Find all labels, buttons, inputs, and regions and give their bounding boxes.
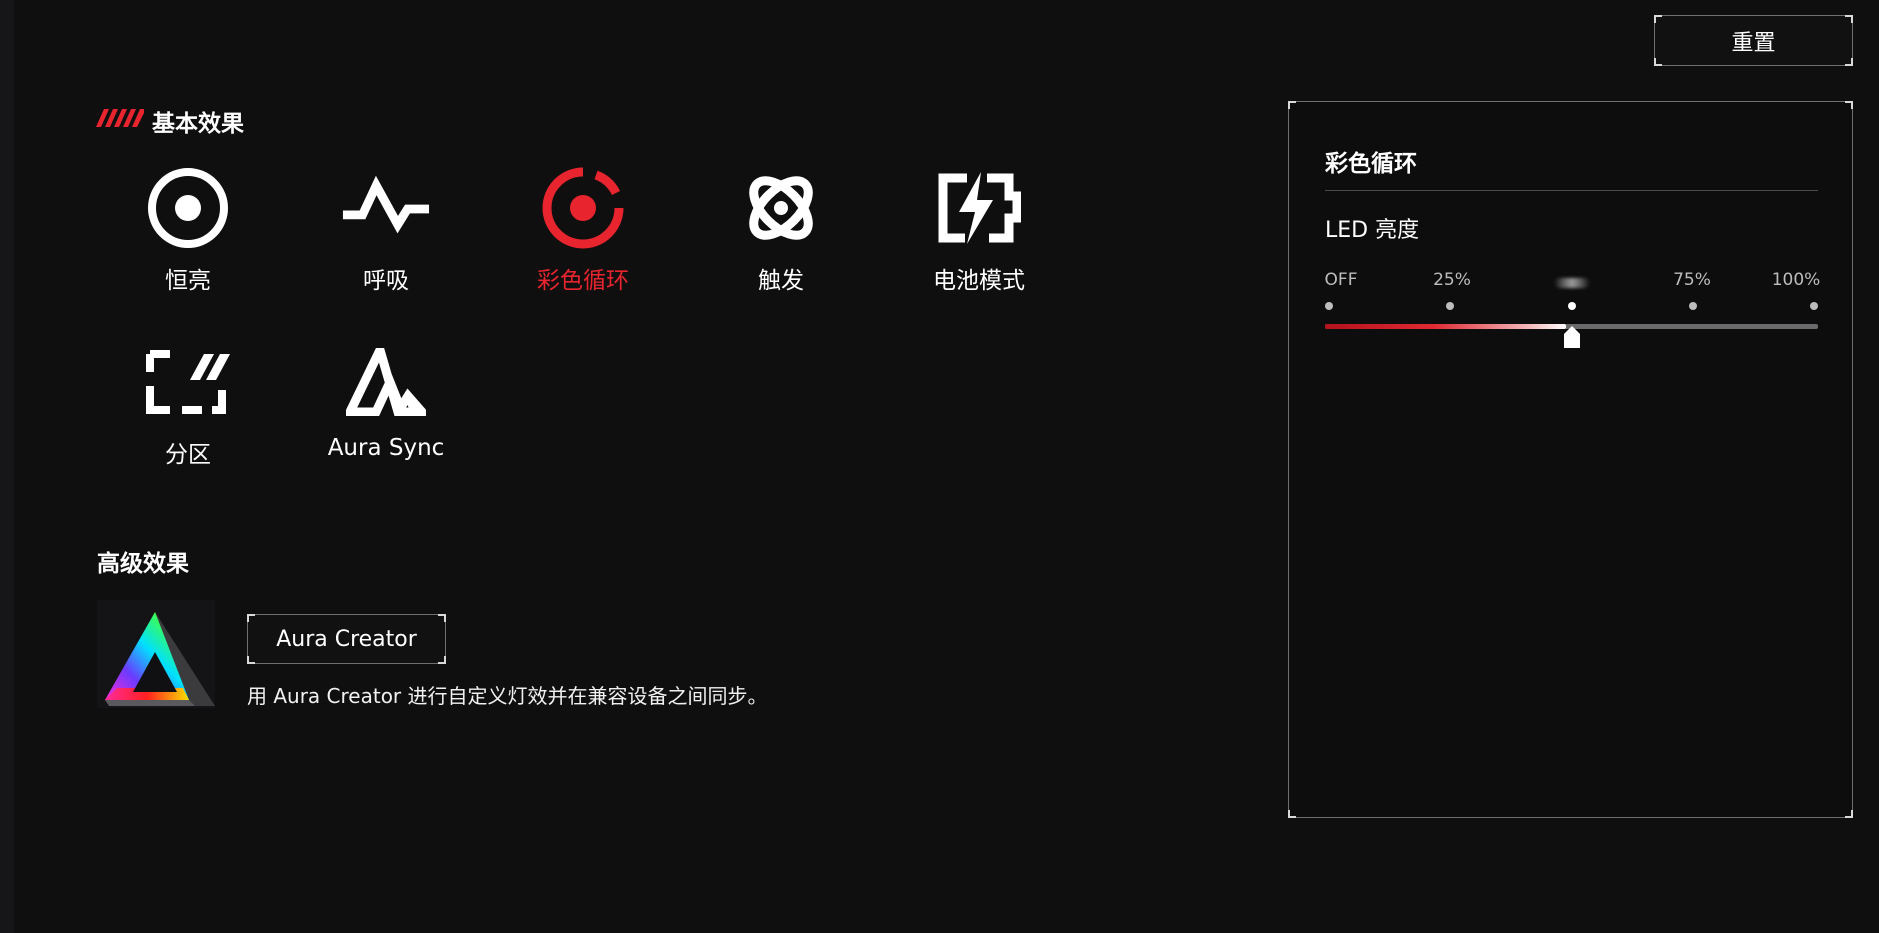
battery-mode-icon: [934, 163, 1024, 253]
breathing-icon: [341, 163, 431, 253]
tick-label-75: 75%: [1673, 270, 1711, 290]
effect-static[interactable]: 恒亮: [103, 163, 273, 303]
brightness-slider-thumb[interactable]: [1564, 326, 1580, 348]
effect-breathing-label: 呼吸: [363, 268, 409, 294]
tick-label-100: 100%: [1771, 270, 1821, 290]
color-cycle-icon: [538, 163, 628, 253]
effect-battery-mode[interactable]: 电池模式: [894, 163, 1064, 303]
aura-sync-icon: [341, 337, 431, 427]
tick-dot-off[interactable]: [1325, 302, 1333, 310]
led-brightness-label: LED 亮度: [1325, 218, 1420, 243]
effect-aura-sync[interactable]: Aura Sync: [301, 337, 471, 477]
advanced-effects-title: 高级效果: [97, 551, 189, 577]
tick-label-25: 25%: [1433, 270, 1471, 290]
trigger-icon: [736, 163, 826, 253]
tick-dot-50[interactable]: [1568, 302, 1576, 310]
zone-icon: [143, 337, 233, 427]
tick-label-50-hidden: [1554, 278, 1590, 288]
effect-battery-mode-label: 电池模式: [933, 268, 1025, 294]
effect-color-cycle-label: 彩色循环: [537, 268, 629, 294]
tick-dot-75[interactable]: [1689, 302, 1697, 310]
effect-color-cycle[interactable]: 彩色循环: [498, 163, 668, 303]
effect-zone[interactable]: 分区: [103, 337, 273, 477]
effect-static-label: 恒亮: [165, 268, 211, 294]
panel-divider: [1325, 190, 1818, 191]
reset-button-label: 重置: [1731, 30, 1776, 56]
effect-zone-label: 分区: [165, 442, 211, 468]
effect-trigger[interactable]: 触发: [696, 163, 866, 303]
basic-effects-title: 基本效果: [152, 111, 244, 137]
effect-aura-sync-label: Aura Sync: [327, 435, 445, 461]
window-left-edge: [0, 0, 14, 933]
tick-label-off: OFF: [1324, 270, 1358, 290]
aura-creator-logo-icon: [97, 600, 215, 708]
tick-dot-100[interactable]: [1810, 302, 1818, 310]
effect-breathing[interactable]: 呼吸: [301, 163, 471, 303]
panel-title: 彩色循环: [1325, 151, 1417, 177]
brightness-slider-fill: [1325, 324, 1566, 329]
reset-button[interactable]: 重置: [1654, 15, 1853, 66]
effect-settings-panel: 彩色循环 LED 亮度 OFF 25% 75% 100%: [1288, 101, 1853, 818]
aura-creator-button[interactable]: Aura Creator: [247, 614, 446, 664]
tick-dot-25[interactable]: [1446, 302, 1454, 310]
rog-stripes-icon: [96, 109, 144, 127]
static-icon: [143, 163, 233, 253]
aura-creator-description: 用 Aura Creator 进行自定义灯效并在兼容设备之间同步。: [247, 684, 768, 708]
aura-creator-button-label: Aura Creator: [276, 626, 417, 652]
effect-trigger-label: 触发: [758, 268, 804, 294]
